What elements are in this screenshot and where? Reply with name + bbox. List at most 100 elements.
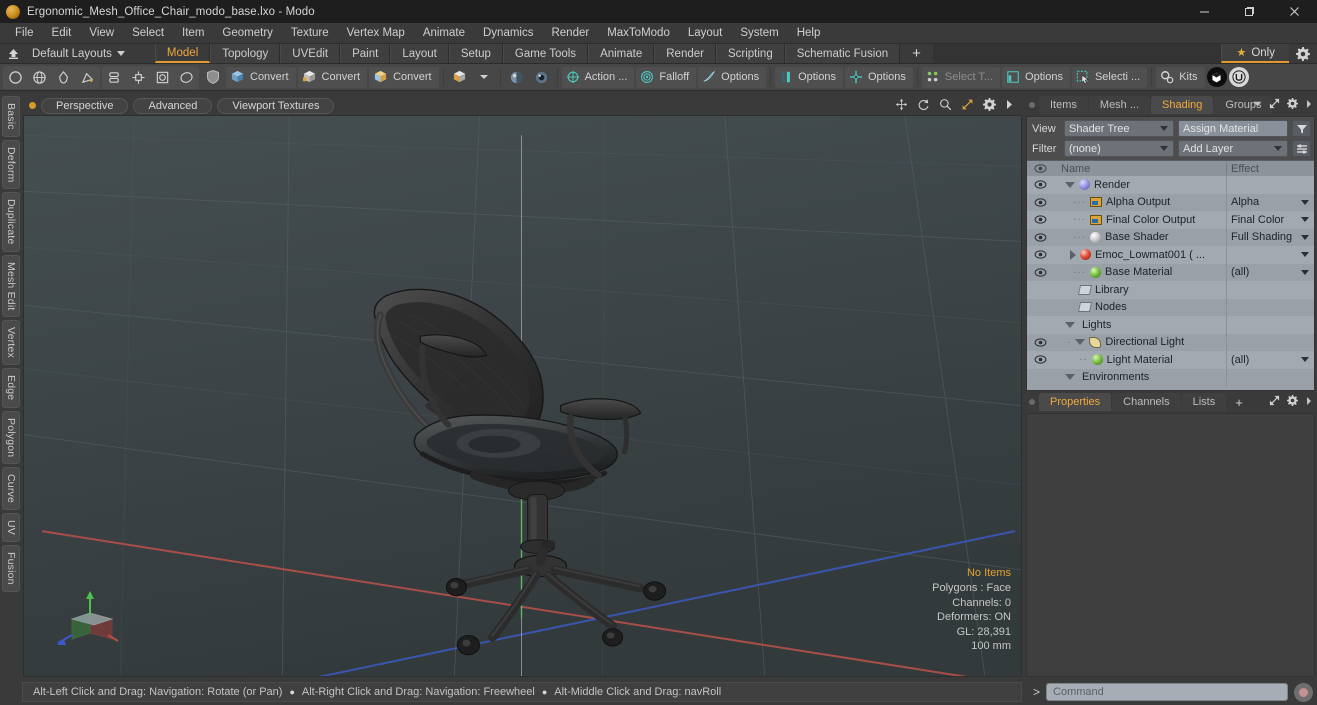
center-cross-icon[interactable] bbox=[127, 67, 150, 88]
paint-sphere-icon[interactable] bbox=[505, 67, 528, 88]
selection-button[interactable]: Selecti ... bbox=[1071, 66, 1148, 88]
chevron-right-icon[interactable] bbox=[1305, 396, 1313, 409]
menu-help[interactable]: Help bbox=[788, 23, 830, 43]
tab-topology[interactable]: Topology bbox=[210, 44, 281, 63]
tab-schematic-fusion[interactable]: Schematic Fusion bbox=[784, 44, 901, 63]
stack-icon[interactable] bbox=[103, 67, 126, 88]
tab-scripting[interactable]: Scripting bbox=[715, 44, 785, 63]
row-effect-cell[interactable]: Final Color bbox=[1226, 211, 1314, 229]
add-layer-combo[interactable]: Add Layer bbox=[1178, 140, 1288, 157]
row-effect-cell[interactable]: (all) bbox=[1226, 351, 1314, 369]
tool-options-button-3[interactable]: Options bbox=[845, 66, 913, 88]
table-row[interactable]: ··· Base Material (all) bbox=[1027, 263, 1314, 281]
row-visibility-eye-icon[interactable] bbox=[1027, 355, 1053, 364]
twisty-down-icon[interactable] bbox=[1065, 374, 1075, 381]
viewport-mode-perspective[interactable]: Perspective bbox=[41, 97, 129, 114]
circle-primitive-icon[interactable] bbox=[4, 67, 27, 88]
falloff-button[interactable]: Falloff bbox=[636, 66, 697, 88]
list-options-icon[interactable] bbox=[1292, 140, 1311, 157]
gear-icon[interactable] bbox=[1287, 98, 1298, 112]
3d-viewport[interactable]: No Items Polygons : Face Channels: 0 Def… bbox=[23, 115, 1022, 677]
menu-item[interactable]: Item bbox=[173, 23, 213, 43]
row-effect-cell[interactable] bbox=[1226, 176, 1314, 194]
tab-uvedit[interactable]: UVEdit bbox=[280, 44, 341, 63]
assign-material-button[interactable]: Assign Material bbox=[1178, 120, 1288, 137]
menu-layout[interactable]: Layout bbox=[679, 23, 732, 43]
layout-options-button[interactable]: Options bbox=[1002, 66, 1070, 88]
filter-combo[interactable]: (none) bbox=[1064, 140, 1174, 157]
twisty-down-icon[interactable] bbox=[1065, 321, 1075, 328]
menu-maxtomodo[interactable]: MaxToModo bbox=[598, 23, 679, 43]
menu-system[interactable]: System bbox=[731, 23, 787, 43]
sidebar-item-duplicate[interactable]: Duplicate bbox=[2, 192, 20, 252]
tool-options-button-1[interactable]: Options bbox=[698, 66, 767, 88]
row-effect-cell[interactable]: Alpha bbox=[1226, 193, 1314, 211]
menu-geometry[interactable]: Geometry bbox=[213, 23, 282, 43]
table-row[interactable]: ··· Base Shader Full Shading bbox=[1027, 228, 1314, 246]
minimize-button[interactable] bbox=[1182, 0, 1227, 23]
convert-yellow-icon[interactable] bbox=[448, 67, 471, 88]
tab-paint[interactable]: Paint bbox=[340, 44, 391, 63]
add-panel-tab-button[interactable]: + bbox=[1227, 393, 1251, 411]
row-effect-cell[interactable]: Full Shading bbox=[1226, 228, 1314, 246]
menu-animate[interactable]: Animate bbox=[414, 23, 474, 43]
tab-shading[interactable]: Shading bbox=[1151, 96, 1214, 114]
close-button[interactable] bbox=[1272, 0, 1317, 23]
tab-game-tools[interactable]: Game Tools bbox=[502, 44, 589, 63]
unity-round-icon[interactable] bbox=[1206, 67, 1227, 87]
table-row[interactable]: Emoc_Lowmat001 ( ... bbox=[1027, 246, 1314, 264]
twisty-right-icon[interactable] bbox=[1070, 249, 1076, 260]
maximize-button[interactable] bbox=[1227, 0, 1272, 23]
pan-icon[interactable] bbox=[895, 98, 908, 114]
expand-icon[interactable] bbox=[1269, 395, 1280, 409]
tab-animate[interactable]: Animate bbox=[588, 44, 655, 63]
record-command-icon[interactable] bbox=[1294, 682, 1313, 702]
table-row[interactable]: Library bbox=[1027, 281, 1314, 299]
viewport-textures-toggle[interactable]: Viewport Textures bbox=[217, 97, 335, 114]
unreal-u-icon[interactable] bbox=[1228, 67, 1249, 87]
action-center-button[interactable]: Action ... bbox=[561, 66, 635, 88]
sidebar-item-edge[interactable]: Edge bbox=[2, 368, 20, 408]
menu-view[interactable]: View bbox=[80, 23, 123, 43]
convert-dropdown-button[interactable] bbox=[473, 67, 496, 88]
ellipse-icon[interactable] bbox=[175, 67, 198, 88]
row-visibility-eye-icon[interactable] bbox=[1027, 268, 1053, 277]
cone-primitive-icon[interactable] bbox=[52, 67, 75, 88]
shader-tree-list[interactable]: Render ··· Alpha Output Alpha ··· Final … bbox=[1027, 176, 1314, 390]
row-visibility-eye-icon[interactable] bbox=[1027, 338, 1053, 347]
convert-button-1[interactable]: Convert bbox=[226, 66, 296, 88]
viewport-shading-advanced[interactable]: Advanced bbox=[133, 97, 213, 114]
command-input[interactable]: Command bbox=[1046, 683, 1288, 701]
table-row[interactable]: Lights bbox=[1027, 316, 1314, 334]
table-row[interactable]: Environments bbox=[1027, 368, 1314, 386]
tab-channels[interactable]: Channels bbox=[1112, 393, 1181, 411]
tab-items[interactable]: Items bbox=[1039, 96, 1088, 114]
only-toggle[interactable]: ★ Only bbox=[1221, 44, 1289, 63]
table-row[interactable]: Nodes bbox=[1027, 298, 1314, 316]
row-effect-cell[interactable] bbox=[1226, 246, 1314, 264]
tab-layout[interactable]: Layout bbox=[390, 44, 449, 63]
gear-icon[interactable] bbox=[1289, 44, 1317, 63]
sidebar-item-polygon[interactable]: Polygon bbox=[2, 410, 20, 465]
select-through-button[interactable]: Select T... bbox=[921, 66, 1001, 88]
table-row[interactable]: ··· Alpha Output Alpha bbox=[1027, 193, 1314, 211]
square-target-icon[interactable] bbox=[151, 67, 174, 88]
home-layout-icon[interactable] bbox=[0, 44, 26, 63]
menu-file[interactable]: File bbox=[6, 23, 43, 43]
row-visibility-eye-icon[interactable] bbox=[1027, 215, 1053, 224]
menu-render[interactable]: Render bbox=[542, 23, 598, 43]
sidebar-item-basic[interactable]: Basic bbox=[2, 96, 20, 137]
sphere-primitive-icon[interactable] bbox=[28, 67, 51, 88]
tool-options-button-2[interactable]: Options bbox=[775, 66, 843, 88]
sidebar-item-deform[interactable]: Deform bbox=[2, 139, 20, 190]
chevron-right-icon[interactable] bbox=[1005, 99, 1014, 113]
filter-funnel-icon[interactable] bbox=[1292, 120, 1311, 137]
rotate-icon[interactable] bbox=[917, 98, 930, 114]
twisty-down-icon[interactable] bbox=[1075, 339, 1086, 346]
tab-model[interactable]: Model bbox=[154, 44, 211, 63]
tab-mesh-ops[interactable]: Mesh ... bbox=[1088, 96, 1151, 114]
row-visibility-eye-icon[interactable] bbox=[1027, 250, 1053, 259]
twisty-down-icon[interactable] bbox=[1065, 181, 1075, 188]
row-visibility-eye-icon[interactable] bbox=[1027, 233, 1053, 242]
sidebar-item-fusion[interactable]: Fusion bbox=[2, 545, 20, 592]
